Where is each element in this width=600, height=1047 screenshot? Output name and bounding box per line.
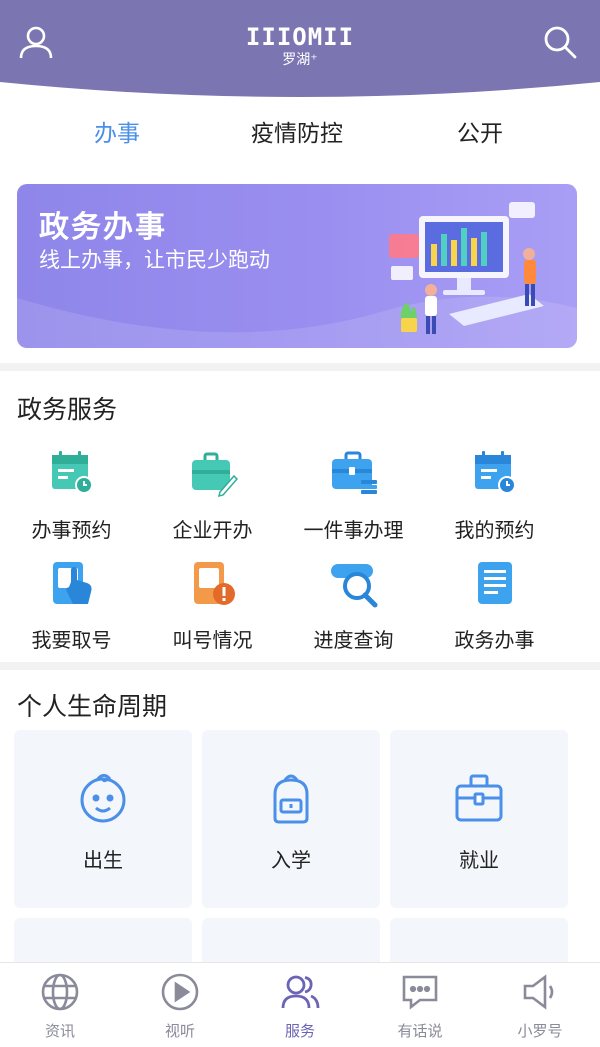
- service-gov-affairs[interactable]: 政务办事: [424, 556, 565, 666]
- nav-label: 资讯: [44, 1022, 75, 1040]
- search-progress-icon: [330, 564, 377, 608]
- calendar-clock-icon: [51, 451, 93, 494]
- life-card-label: 入学: [271, 848, 311, 872]
- briefcase-icon: [455, 774, 503, 822]
- gov-services-grid: 办事预约 企业开办 一件事办理 我的预约 我要取号 叫号情况 进度查询 政务办事: [0, 446, 600, 666]
- service-label: 进度查询: [313, 628, 394, 652]
- service-label: 叫号情况: [172, 628, 253, 652]
- play-icon: [161, 973, 199, 1011]
- service-label: 一件事办理: [303, 518, 404, 542]
- tab-epidemic[interactable]: 疫情防控: [234, 112, 360, 156]
- search-icon: [544, 26, 577, 59]
- service-queue-status[interactable]: 叫号情况: [142, 556, 283, 666]
- top-tabs: 办事 疫情防控 公开: [0, 112, 600, 156]
- ticket-hand-icon: [52, 562, 91, 604]
- nav-xiaoluo[interactable]: 小罗号: [480, 963, 600, 1047]
- service-label: 我的预约: [454, 518, 535, 542]
- tab-public[interactable]: 公开: [360, 112, 600, 156]
- search-button[interactable]: [536, 18, 584, 66]
- ticket-alert-icon: [193, 562, 235, 605]
- nav-label: 小罗号: [517, 1022, 563, 1040]
- service-label: 企业开办: [172, 518, 253, 542]
- banner-subtitle: 线上办事，让市民少跑动: [39, 248, 270, 272]
- logo-subtitle: 罗湖⁺: [282, 52, 318, 68]
- globe-icon: [41, 973, 79, 1011]
- app-header: IIIOMII 罗湖⁺: [0, 0, 600, 100]
- service-label: 办事预约: [31, 518, 112, 542]
- tab-banshi[interactable]: 办事: [0, 112, 234, 156]
- nav-label: 视听: [164, 1022, 195, 1040]
- chat-icon: [402, 975, 438, 1010]
- life-card-birth[interactable]: 出生: [14, 730, 192, 908]
- service-label: 我要取号: [31, 628, 112, 652]
- section-divider: [0, 363, 600, 371]
- service-appointment[interactable]: 办事预约: [1, 446, 142, 556]
- app-logo: IIIOMII 罗湖⁺: [0, 24, 600, 68]
- nav-talk[interactable]: 有话说: [360, 963, 480, 1047]
- nav-service[interactable]: 服务: [240, 963, 360, 1047]
- speaker-icon: [523, 974, 554, 1010]
- life-card-employment[interactable]: 就业: [390, 730, 568, 908]
- gov-affairs-banner[interactable]: 政务办事 线上办事，让市民少跑动: [17, 184, 577, 348]
- nav-news[interactable]: 资讯: [0, 963, 120, 1047]
- service-take-number[interactable]: 我要取号: [1, 556, 142, 666]
- schoolbag-icon: [273, 774, 309, 824]
- gov-services-title: 政务服务: [17, 395, 118, 424]
- section-divider: [0, 662, 600, 670]
- service-my-appointments[interactable]: 我的预约: [424, 446, 565, 556]
- nav-label: 服务: [284, 1022, 315, 1040]
- logo-mark: IIIOMII: [245, 23, 355, 51]
- computer-illustration-icon: [389, 202, 544, 334]
- briefcase-pen-icon: [191, 452, 238, 498]
- toolbox-icon: [331, 451, 377, 494]
- document-list-icon: [477, 562, 512, 604]
- life-card-label: 出生: [83, 848, 123, 872]
- nav-video[interactable]: 视听: [120, 963, 240, 1047]
- banner-title: 政务办事: [39, 210, 167, 245]
- people-icon: [281, 975, 320, 1009]
- nav-label: 有话说: [397, 1022, 443, 1040]
- service-label: 政务办事: [454, 628, 535, 652]
- life-card-label: 就业: [459, 848, 499, 872]
- life-card-school[interactable]: 入学: [202, 730, 380, 908]
- calendar-clock-icon: [474, 451, 516, 494]
- baby-icon: [80, 773, 126, 823]
- service-progress-query[interactable]: 进度查询: [283, 556, 424, 666]
- bottom-navigation: 资讯 视听 服务 有话说 小罗号: [0, 962, 600, 1047]
- service-company-setup[interactable]: 企业开办: [142, 446, 283, 556]
- life-cycle-title: 个人生命周期: [17, 692, 168, 721]
- service-one-thing[interactable]: 一件事办理: [283, 446, 424, 556]
